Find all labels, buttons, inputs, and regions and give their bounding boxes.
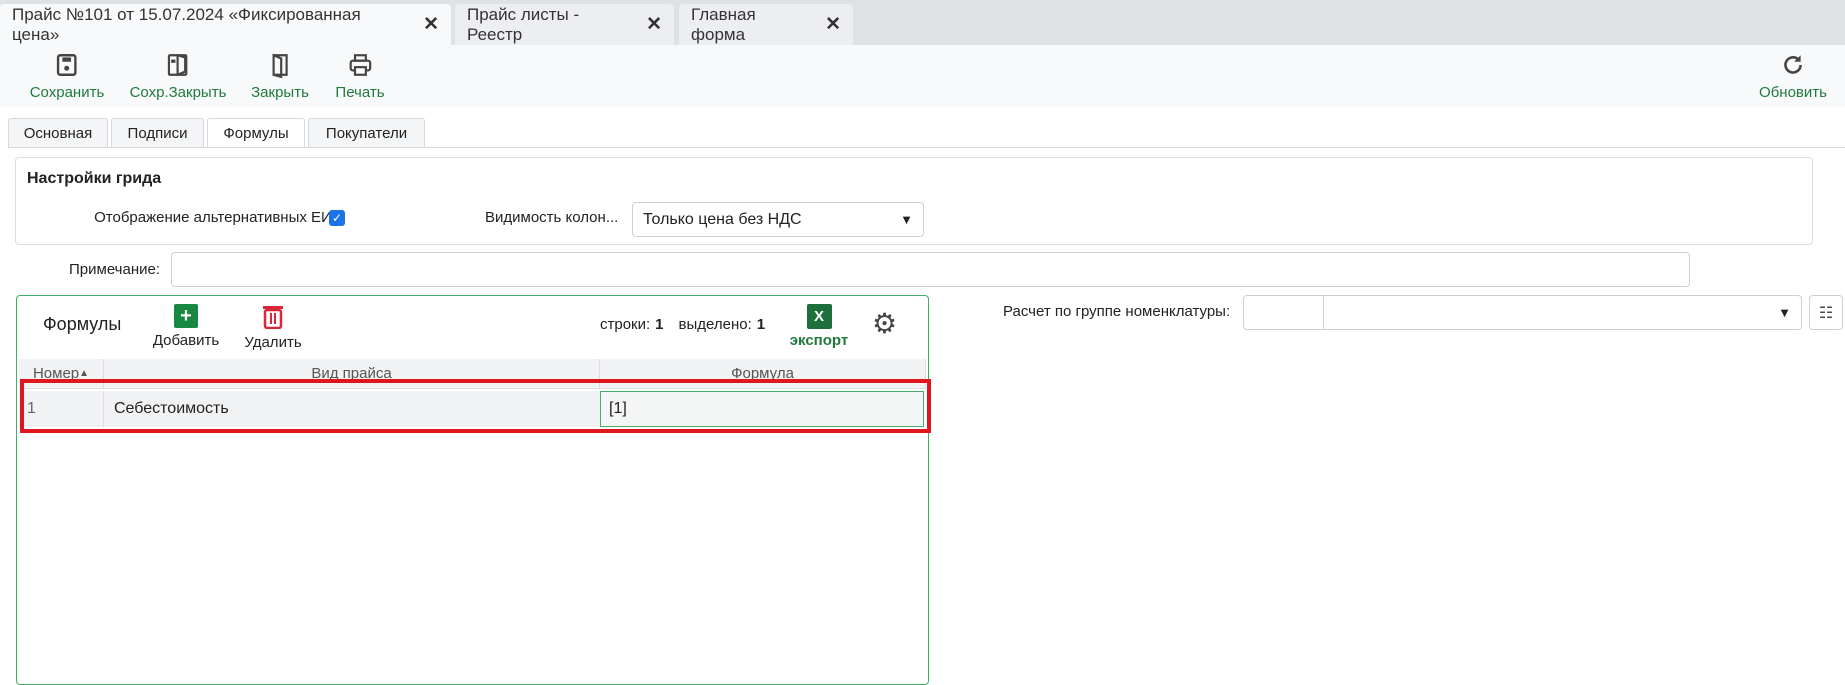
column-visibility-label: Видимость колон... <box>485 209 619 226</box>
add-label: Добавить <box>152 332 220 349</box>
delete-button[interactable]: Удалить <box>238 304 308 351</box>
tab-label: Прайс №101 от 15.07.2024 «Фиксированная … <box>12 4 361 44</box>
sort-up-icon: ▲ <box>79 368 90 379</box>
plus-icon: + <box>174 304 198 328</box>
save-icon <box>57 54 77 76</box>
note-label: Примечание: <box>69 261 160 278</box>
save-button[interactable]: Сохранить <box>29 52 105 101</box>
alt-units-checkbox[interactable]: ✓ <box>329 210 345 226</box>
tab-price-registry[interactable]: Прайс листы - Реестр ✕ <box>455 4 674 45</box>
chevron-down-icon: ▼ <box>1778 305 1791 320</box>
selected-label: выделено: <box>678 316 752 333</box>
close-button[interactable]: Закрыть <box>251 52 309 101</box>
tab-label: Главная форма <box>691 4 756 44</box>
save-label: Сохранить <box>29 84 105 101</box>
group-select[interactable]: ▼ <box>1323 295 1802 330</box>
group-code-input[interactable] <box>1243 295 1324 330</box>
formulas-grid-panel <box>16 295 929 685</box>
refresh-label: Обновить <box>1759 84 1827 101</box>
group-calc-label: Расчет по группе номенклатуры: <box>1003 303 1231 320</box>
print-button[interactable]: Печать <box>335 52 385 101</box>
tab-main-form[interactable]: Главная форма ✕ <box>679 4 853 45</box>
tree-view-button[interactable]: ☷ <box>1809 295 1843 330</box>
rows-count: 1 <box>655 316 664 333</box>
export-button[interactable]: Xэкспорт <box>784 304 854 349</box>
grid-counters: строки: 1 выделено: 1 <box>600 316 765 333</box>
grid-title: Формулы <box>43 314 122 334</box>
excel-icon: X <box>806 304 832 329</box>
tab-price-101[interactable]: Прайс №101 от 15.07.2024 «Фиксированная … <box>0 4 451 45</box>
save-close-label: Сохр.Закрыть <box>129 84 227 101</box>
close-icon[interactable]: ✕ <box>646 13 662 36</box>
column-visibility-select[interactable]: Только цена без НДС ▼ <box>632 202 924 237</box>
alt-units-label: Отображение альтернативных ЕИ: <box>94 209 336 226</box>
save-close-button[interactable]: Сохр.Закрыть <box>129 52 227 101</box>
close-icon[interactable]: ✕ <box>423 13 439 36</box>
close-icon[interactable]: ✕ <box>825 13 841 36</box>
print-label: Печать <box>335 84 385 101</box>
add-button[interactable]: + Добавить <box>151 304 221 349</box>
selected-count: 1 <box>756 316 766 333</box>
tab-label: Прайс листы - Реестр <box>467 4 580 44</box>
tab-main[interactable]: Основная <box>8 118 108 148</box>
rows-label: строки: <box>600 316 651 333</box>
tab-buyers[interactable]: Покупатели <box>308 118 425 148</box>
close-label: Закрыть <box>251 84 309 101</box>
tab-signatures[interactable]: Подписи <box>111 118 204 148</box>
gear-icon[interactable]: ⚙ <box>872 309 897 339</box>
grid-settings-title: Настройки грида <box>27 170 162 187</box>
tree-icon: ☷ <box>1818 304 1834 322</box>
save-close-icon <box>168 53 188 77</box>
delete-label: Удалить <box>244 334 302 351</box>
select-value: Только цена без НДС <box>643 210 802 228</box>
refresh-button[interactable]: Обновить <box>1759 52 1827 101</box>
door-icon <box>272 53 288 78</box>
printer-icon <box>349 54 371 76</box>
trash-icon <box>263 306 283 330</box>
note-input[interactable] <box>171 252 1690 287</box>
tab-divider <box>8 147 1845 148</box>
chevron-down-icon: ▼ <box>900 212 913 227</box>
refresh-icon <box>1784 55 1802 74</box>
highlight-box <box>20 379 931 433</box>
tab-formulas[interactable]: Формулы <box>207 118 305 148</box>
export-label: экспорт <box>789 332 849 349</box>
